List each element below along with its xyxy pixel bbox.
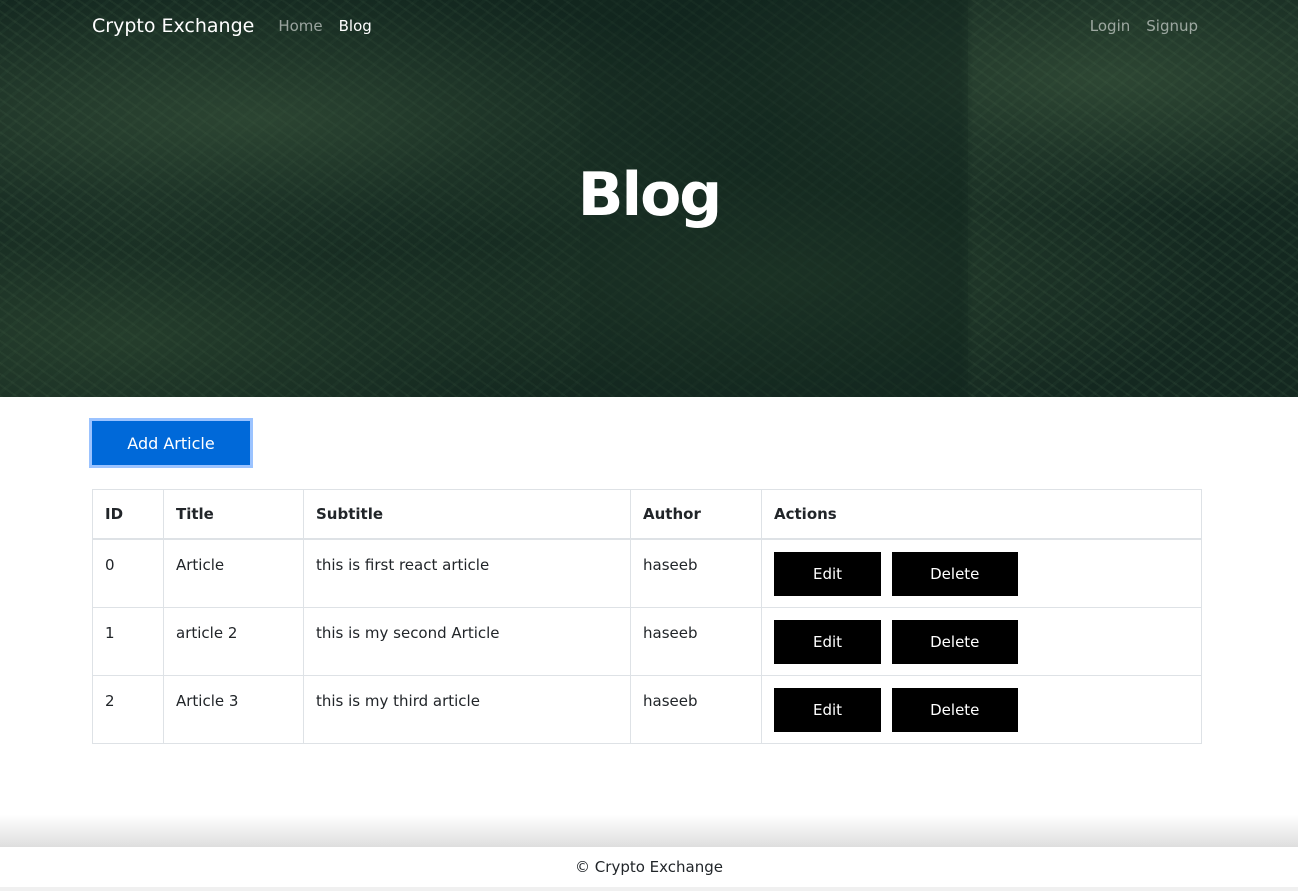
- delete-button[interactable]: Delete: [891, 619, 1018, 664]
- brand-link[interactable]: Crypto Exchange: [92, 15, 254, 37]
- header-author: Author: [630, 489, 762, 540]
- cell-id: 0: [92, 538, 164, 608]
- footer-shadow: [0, 815, 1298, 847]
- edit-button[interactable]: Edit: [774, 687, 881, 732]
- cell-title: Article: [163, 538, 304, 608]
- nav-blog[interactable]: Blog: [339, 17, 372, 35]
- header-subtitle: Subtitle: [303, 489, 631, 540]
- nav-signup[interactable]: Signup: [1146, 17, 1198, 35]
- cell-actions: Edit Delete: [761, 606, 1202, 676]
- cell-author: haseeb: [630, 606, 762, 676]
- cell-author: haseeb: [630, 674, 762, 744]
- nav-right: Login Signup: [1074, 17, 1198, 35]
- footer-text: © Crypto Exchange: [575, 858, 723, 876]
- cell-subtitle: this is my third article: [303, 674, 631, 744]
- delete-button[interactable]: Delete: [891, 687, 1018, 732]
- articles-table: ID Title Subtitle Author Actions 0 Artic…: [92, 489, 1202, 744]
- nav-login[interactable]: Login: [1090, 17, 1130, 35]
- navbar: Crypto Exchange Home Blog Login Signup: [92, 0, 1198, 52]
- header-actions: Actions: [761, 489, 1202, 540]
- table-header-row: ID Title Subtitle Author Actions: [92, 489, 1202, 540]
- cell-title: Article 3: [163, 674, 304, 744]
- edit-button[interactable]: Edit: [774, 552, 881, 596]
- table-row: 2 Article 3 this is my third article has…: [92, 674, 1202, 744]
- cell-actions: Edit Delete: [761, 538, 1202, 608]
- edit-button[interactable]: Edit: [774, 619, 881, 664]
- footer: © Crypto Exchange: [0, 847, 1298, 891]
- delete-button[interactable]: Delete: [891, 552, 1018, 596]
- cell-id: 1: [92, 606, 164, 676]
- cell-id: 2: [92, 674, 164, 744]
- table-row: 1 article 2 this is my second Article ha…: [92, 606, 1202, 676]
- page-title: Blog: [577, 160, 722, 230]
- add-article-button[interactable]: Add Article: [92, 421, 250, 465]
- cell-author: haseeb: [630, 538, 762, 608]
- cell-actions: Edit Delete: [761, 674, 1202, 744]
- table-row: 0 Article this is first react article ha…: [92, 538, 1202, 608]
- cell-title: article 2: [163, 606, 304, 676]
- cell-subtitle: this is first react article: [303, 538, 631, 608]
- nav-home[interactable]: Home: [278, 17, 322, 35]
- header-id: ID: [92, 489, 164, 540]
- cell-subtitle: this is my second Article: [303, 606, 631, 676]
- hero-banner: Crypto Exchange Home Blog Login Signup B…: [0, 0, 1298, 397]
- header-title: Title: [163, 489, 304, 540]
